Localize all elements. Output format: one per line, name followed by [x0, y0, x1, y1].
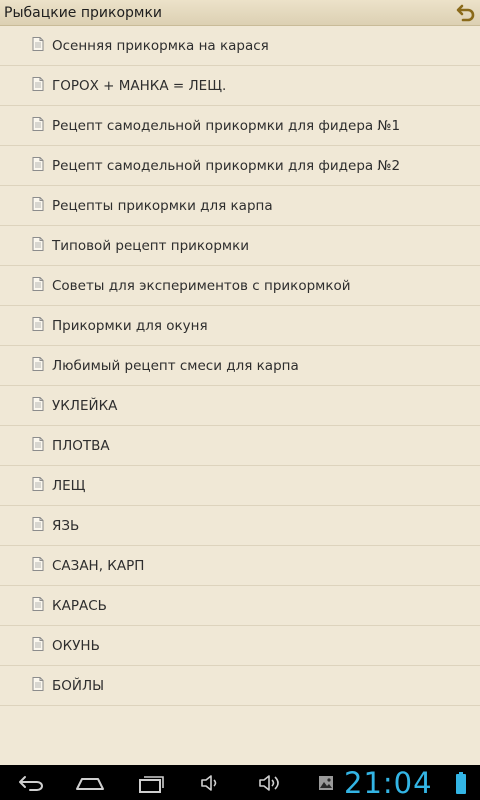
list-item[interactable]: Осенняя прикормка на карася — [0, 26, 480, 66]
document-icon — [32, 357, 44, 371]
list-item-label: Рецепт самодельной прикормки для фидера … — [52, 158, 401, 174]
list-item[interactable]: Рецепт самодельной прикормки для фидера … — [0, 106, 480, 146]
list-item-label: Любимый рецепт смеси для карпа — [52, 358, 299, 374]
document-icon — [32, 197, 44, 211]
system-navigation-bar: 21:04 — [0, 765, 480, 800]
document-icon — [32, 477, 44, 491]
list-item-label: КАРАСЬ — [52, 598, 107, 614]
list-item[interactable]: Рецепты прикормки для карпа — [0, 186, 480, 226]
document-icon — [32, 597, 44, 611]
volume-up-icon[interactable] — [256, 771, 284, 795]
list-item-label: УКЛЕЙКА — [52, 398, 118, 414]
recipe-list: Осенняя прикормка на карася ГОРОХ + МАНК… — [0, 26, 480, 706]
list-item[interactable]: ОКУНЬ — [0, 626, 480, 666]
document-icon — [32, 437, 44, 451]
app-title: Рыбацкие прикормки — [4, 5, 163, 21]
nav-recent-apps-icon[interactable] — [136, 771, 166, 795]
list-item-label: ЯЗЬ — [52, 518, 80, 534]
list-item-label: ПЛОТВА — [52, 438, 110, 454]
nav-back-icon[interactable] — [16, 771, 46, 795]
list-item[interactable]: ПЛОТВА — [0, 426, 480, 466]
document-icon — [32, 117, 44, 131]
list-item[interactable]: КАРАСЬ — [0, 586, 480, 626]
document-icon — [32, 157, 44, 171]
list-item-label: ЛЕЩ — [52, 478, 86, 494]
list-item[interactable]: БОЙЛЫ — [0, 666, 480, 706]
list-item-label: ОКУНЬ — [52, 638, 100, 654]
document-icon — [32, 237, 44, 251]
document-icon — [32, 637, 44, 651]
battery-icon — [456, 772, 466, 794]
document-icon — [32, 557, 44, 571]
document-icon — [32, 77, 44, 91]
list-item[interactable]: ЯЗЬ — [0, 506, 480, 546]
list-item-label: САЗАН, КАРП — [52, 558, 145, 574]
list-item-label: Советы для экспериментов с прикормкой — [52, 278, 351, 294]
list-item-label: Рецепт самодельной прикормки для фидера … — [52, 118, 401, 134]
list-item[interactable]: Любимый рецепт смеси для карпа — [0, 346, 480, 386]
list-item[interactable]: Рецепт самодельной прикормки для фидера … — [0, 146, 480, 186]
list-item[interactable]: ЛЕЩ — [0, 466, 480, 506]
list-item[interactable]: УКЛЕЙКА — [0, 386, 480, 426]
document-icon — [32, 317, 44, 331]
list-item[interactable]: САЗАН, КАРП — [0, 546, 480, 586]
list-item-label: Рецепты прикормки для карпа — [52, 198, 273, 214]
list-item[interactable]: ГОРОХ + МАНКА = ЛЕЩ. — [0, 66, 480, 106]
list-item-label: Типовой рецепт прикормки — [52, 238, 250, 254]
list-item[interactable]: Прикормки для окуня — [0, 306, 480, 346]
list-item-label: Прикормки для окуня — [52, 318, 208, 334]
document-icon — [32, 677, 44, 691]
title-bar: Рыбацкие прикормки — [0, 0, 480, 26]
list-item-label: ГОРОХ + МАНКА = ЛЕЩ. — [52, 78, 227, 94]
gallery-notification-icon[interactable] — [318, 775, 334, 791]
document-icon — [32, 517, 44, 531]
app-screen: Рыбацкие прикормки Осенняя прикормка на … — [0, 0, 480, 800]
status-clock: 21:04 — [344, 766, 433, 800]
nav-home-icon[interactable] — [74, 771, 106, 795]
back-arrow-icon[interactable] — [456, 3, 476, 23]
document-icon — [32, 397, 44, 411]
document-icon — [32, 277, 44, 291]
document-icon — [32, 37, 44, 51]
list-item-label: Осенняя прикормка на карася — [52, 38, 269, 54]
list-item-label: БОЙЛЫ — [52, 678, 105, 694]
volume-down-icon[interactable] — [198, 771, 222, 795]
list-item[interactable]: Типовой рецепт прикормки — [0, 226, 480, 266]
list-item[interactable]: Советы для экспериментов с прикормкой — [0, 266, 480, 306]
